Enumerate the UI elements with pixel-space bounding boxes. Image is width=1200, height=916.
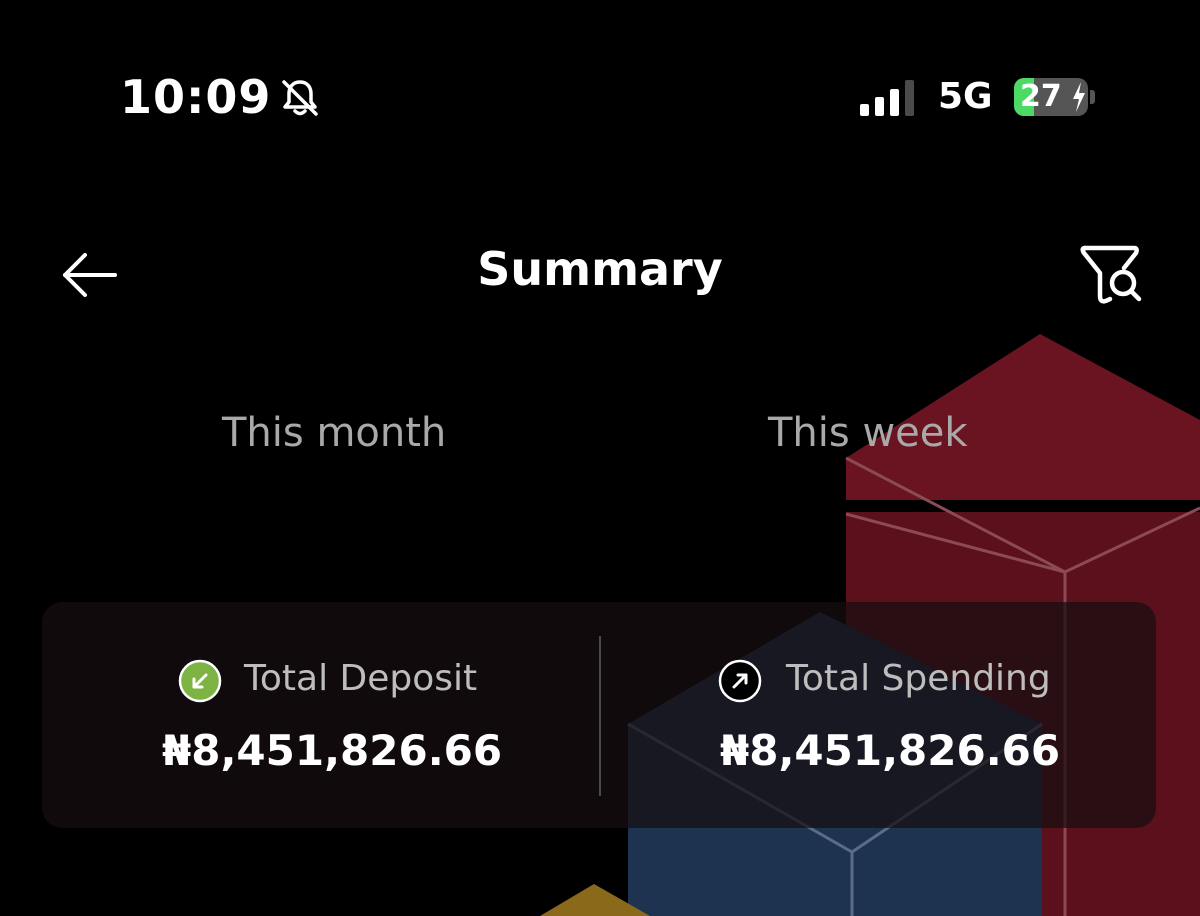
tab-this-month[interactable]: This month xyxy=(222,410,446,456)
arrow-down-left-icon xyxy=(178,659,222,703)
summary-screen: 10:09 5G 27 Summary This month This week… xyxy=(0,0,1200,916)
total-spending-label: Total Spending xyxy=(786,658,1051,699)
tab-this-week[interactable]: This week xyxy=(768,410,968,456)
bell-slash-icon xyxy=(282,80,318,116)
total-spending-amount: ₦8,451,826.66 xyxy=(720,726,1061,775)
filter-search-icon xyxy=(1080,245,1142,304)
total-deposit-label: Total Deposit xyxy=(244,658,478,699)
battery-indicator: 27 xyxy=(1014,78,1088,116)
cellular-signal-icon xyxy=(860,80,914,116)
battery-level: 27 xyxy=(1020,79,1062,114)
filter-search-button[interactable] xyxy=(1076,240,1148,312)
battery-tip xyxy=(1090,90,1095,104)
card-divider xyxy=(599,636,601,796)
network-type: 5G xyxy=(938,76,993,117)
status-time: 10:09 xyxy=(120,70,272,124)
charging-bolt-icon xyxy=(1073,82,1085,112)
arrow-up-right-icon xyxy=(718,659,762,703)
total-deposit-amount: ₦8,451,826.66 xyxy=(162,726,503,775)
page-title: Summary xyxy=(477,242,723,296)
